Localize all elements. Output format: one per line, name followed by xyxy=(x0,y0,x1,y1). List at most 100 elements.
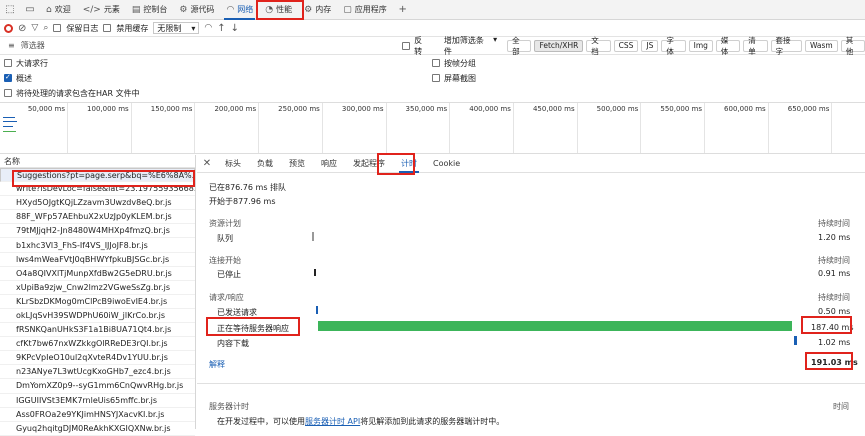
request-row[interactable]: 9KPcVpIeO10ul2qXvteR4Dv1YUU.br.js xyxy=(0,351,195,366)
throttle-select[interactable]: 无限制 ▾ xyxy=(153,22,200,34)
application-icon: ▢ xyxy=(343,4,352,15)
request-row[interactable]: fRSNKQanUHkS3F1a1Bi8UA71Qt4.br.js xyxy=(0,323,195,338)
group-by-frame-option[interactable]: 按帧分组 xyxy=(432,56,476,70)
big-rows-checkbox[interactable] xyxy=(4,59,12,67)
tab-performance-label: 性能 xyxy=(276,5,293,14)
type-filter-3[interactable]: CSS xyxy=(613,39,639,52)
type-filter-1[interactable]: Fetch/XHR xyxy=(534,39,584,52)
har-checkbox[interactable] xyxy=(4,89,12,97)
tab-application[interactable]: ▢ 应用程序 xyxy=(337,0,393,20)
overview-tick-label: 50,000 ms xyxy=(27,105,65,113)
duration-heading-3: 持续时间 xyxy=(818,293,850,302)
tab-welcome-label: 欢迎 xyxy=(54,5,71,14)
tab-cookies[interactable]: Cookie xyxy=(425,155,468,173)
clear-icon[interactable]: ⊘ xyxy=(18,23,26,34)
preserve-log-label: 保留日志 xyxy=(66,23,99,33)
tab-memory[interactable]: ⚙ 内存 xyxy=(298,0,337,20)
request-row[interactable]: Ass0FROa2e9YKJimHNSYJXacvKI.br.js xyxy=(0,408,195,422)
server-timing-heading: 服务器计时 xyxy=(209,402,249,411)
request-row[interactable]: b1xhc3Vl3_FhS-If4VS_IJJoJF8.br.js xyxy=(0,238,195,253)
more-filters-button[interactable]: 增加筛选条件 ▾ xyxy=(444,35,497,57)
resource-scheduling-heading: 资源计划 xyxy=(209,219,241,228)
server-timing-api-link[interactable]: 服务器计时 API xyxy=(305,417,360,426)
inspect-icon[interactable]: ⬚ xyxy=(0,0,20,20)
filter-icon[interactable]: ▽ xyxy=(31,23,38,33)
request-list: 名称 Suggestions?pt=page.serp&bq=%E6%8A%..… xyxy=(0,155,196,436)
overview-tick-label: 550,000 ms xyxy=(660,105,702,113)
request-row[interactable]: 88F_WFp57AEhbuX2xUzJp0yKLEM.br.js xyxy=(0,210,195,225)
tab-console[interactable]: ▤ 控制台 xyxy=(126,0,174,20)
overview-gridline xyxy=(576,103,578,153)
upload-icon[interactable]: ↑ xyxy=(217,23,225,34)
group-by-frame-checkbox[interactable] xyxy=(432,59,440,67)
overview-checkbox[interactable] xyxy=(4,73,12,82)
request-response-heading: 请求/响应 xyxy=(209,293,244,302)
device-toolbar-icon[interactable]: ▭ xyxy=(20,0,40,20)
overview-option[interactable]: 概述 xyxy=(4,71,32,85)
request-row[interactable]: 79tMJjqH2-Jn8480W4MHXp4fmzQ.br.js xyxy=(0,224,195,239)
tab-payload[interactable]: 负载 xyxy=(249,155,281,173)
type-filter-2[interactable]: 文档 xyxy=(586,36,611,56)
home-icon: ⌂ xyxy=(46,4,52,15)
tab-network-label: 网络 xyxy=(237,5,254,14)
type-filter-9[interactable]: 套接字 xyxy=(770,36,802,56)
invert-checkbox[interactable] xyxy=(402,41,411,50)
server-timing-note: 在开发过程中，可以使用服务器计时 API将见解添加到此请求的服务器端计时中。 xyxy=(217,416,504,427)
tab-performance[interactable]: ◔ 性能 xyxy=(259,0,298,20)
type-filter-group: 全部 Fetch/XHR 文档 CSS JS 字体 Img 媒体 清单 套接字 Wasm 其他 xyxy=(507,36,865,56)
request-row[interactable]: n23ANye7L3wtUcgKxoGHb7_ezc4.br.js xyxy=(0,365,195,380)
tab-response[interactable]: 响应 xyxy=(313,155,345,173)
request-row[interactable]: HXyd5OJgtKQjLZzavm3Uwzdv8eQ.br.js xyxy=(0,196,195,211)
request-row[interactable]: write?isDevLoc=false&lat=23.19755935668.… xyxy=(0,182,195,197)
request-row[interactable]: IGGUIIVSt3EMK7rnleUis65mffc.br.js xyxy=(0,394,195,408)
tab-network[interactable]: ◠ 网络 xyxy=(220,0,259,20)
stalled-label: 已停止 xyxy=(217,270,241,279)
request-row[interactable]: Suggestions?pt=page.serp&bq=%E6%8A%... xyxy=(0,168,195,183)
network-conditions-icon[interactable]: ◠ xyxy=(204,23,212,33)
waiting-label: 正在等待服务器响应 xyxy=(217,324,289,333)
type-filter-11[interactable]: 其他 xyxy=(840,36,865,56)
tab-elements[interactable]: </> 元素 xyxy=(77,0,126,20)
tab-initiator[interactable]: 发起程序 xyxy=(345,155,393,173)
type-filter-7[interactable]: 媒体 xyxy=(715,36,741,56)
tab-preview[interactable]: 预览 xyxy=(281,155,313,173)
overview-timeline[interactable]: 50,000 ms 100,000 ms 150,000 ms 200,000 ms 2… xyxy=(0,102,865,154)
overview-label: 概述 xyxy=(16,73,32,83)
preserve-log-checkbox[interactable] xyxy=(53,24,62,32)
add-tab-icon[interactable]: + xyxy=(393,0,413,20)
request-row[interactable]: lws4mWeaFVtJ0qBHWYfpkuBJSGc.br.js xyxy=(0,253,195,267)
request-row[interactable]: xUpiBa9zjw_Cnw2lmz2VGweSsZg.br.js xyxy=(0,281,195,295)
close-icon[interactable]: ✕ xyxy=(197,158,217,169)
download-icon[interactable]: ↓ xyxy=(231,23,239,34)
tab-timing[interactable]: 计时 xyxy=(393,155,425,173)
tab-welcome[interactable]: ⌂ 欢迎 xyxy=(40,0,77,20)
type-filter-10[interactable]: Wasm xyxy=(804,39,838,52)
overview-gridline xyxy=(321,103,323,153)
request-row[interactable]: okLJqSvH39SWDPhU60iW_jlKrCo.br.js xyxy=(0,309,195,324)
type-filter-6[interactable]: Img xyxy=(688,39,713,52)
tab-headers[interactable]: 标头 xyxy=(217,155,249,173)
screenshots-option[interactable]: 屏幕截图 xyxy=(432,71,476,85)
type-filter-5[interactable]: 字体 xyxy=(661,36,686,56)
name-column-header[interactable]: 名称 xyxy=(0,155,195,168)
har-option[interactable]: 将待处理的请求包含在HAR 文件中 xyxy=(4,86,140,100)
request-row[interactable]: cfKt7bw67nxWZkkgOlRReDE3rQI.br.js xyxy=(0,337,195,352)
big-rows-label: 大请求行 xyxy=(16,58,48,68)
waiting-value: 187.40 ms xyxy=(811,323,854,332)
filter-input[interactable]: ≡ 筛选器 xyxy=(4,39,398,52)
request-row[interactable]: DmYomXZ0p9--syG1mm6CnQwvRHg.br.js xyxy=(0,379,195,394)
type-filter-0[interactable]: 全部 xyxy=(507,36,532,56)
record-icon[interactable] xyxy=(4,23,13,33)
request-row[interactable]: KLrSbzDKMog0mClPcB9iwoEvIE4.br.js xyxy=(0,295,195,309)
big-rows-option[interactable]: 大请求行 xyxy=(4,56,48,70)
search-icon[interactable]: ⌕ xyxy=(43,23,48,33)
more-filters-label: 增加筛选条件 xyxy=(443,35,484,56)
type-filter-4[interactable]: JS xyxy=(641,39,659,52)
explanation-link[interactable]: 解释 xyxy=(209,359,225,370)
network-toolbar: ⊘ ▽ ⌕ 保留日志 禁用缓存 无限制 ▾ ◠ ↑ ↓ xyxy=(0,20,865,37)
type-filter-8[interactable]: 清单 xyxy=(743,36,768,56)
request-row[interactable]: O4a8QIVXlTjMunpXfdBw2G5eDRU.br.js xyxy=(0,267,195,281)
screenshots-checkbox[interactable] xyxy=(432,74,440,82)
tab-sources[interactable]: ⚙ 源代码 xyxy=(173,0,220,20)
disable-cache-checkbox[interactable] xyxy=(103,24,112,32)
